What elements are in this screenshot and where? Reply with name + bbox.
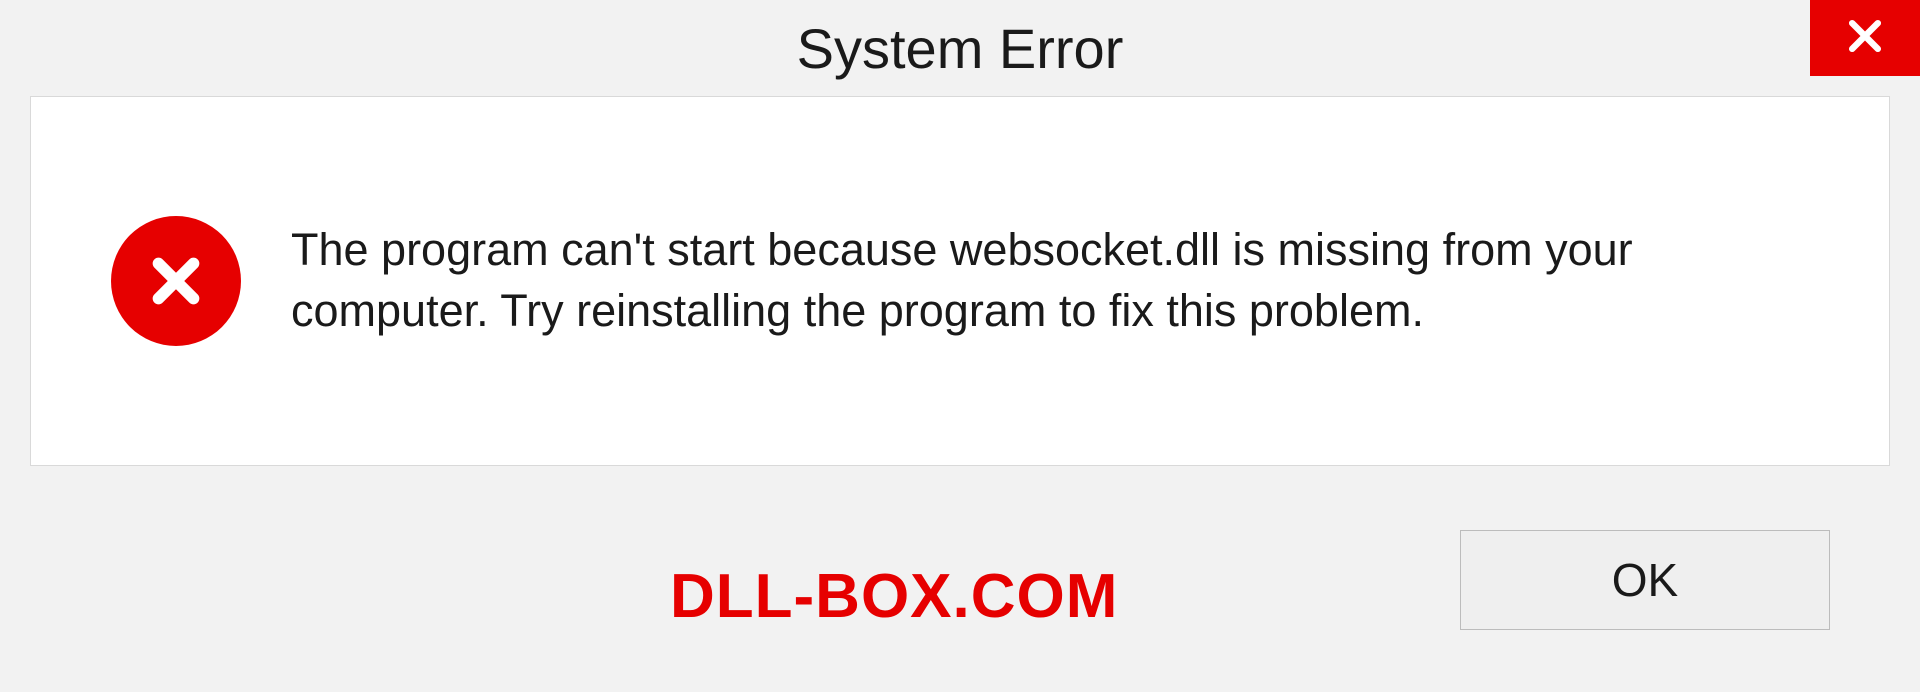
error-dialog: System Error The program can't start bec… — [0, 0, 1920, 692]
ok-button[interactable]: OK — [1460, 530, 1830, 630]
message-panel: The program can't start because websocke… — [30, 96, 1890, 466]
dialog-title: System Error — [797, 16, 1124, 81]
dialog-footer: DLL-BOX.COM OK — [0, 466, 1920, 692]
close-icon — [1843, 14, 1887, 63]
error-circle-x-icon — [111, 216, 241, 346]
close-button[interactable] — [1810, 0, 1920, 76]
watermark-text: DLL-BOX.COM — [670, 561, 1118, 632]
error-message: The program can't start because websocke… — [291, 220, 1819, 342]
titlebar: System Error — [0, 0, 1920, 96]
